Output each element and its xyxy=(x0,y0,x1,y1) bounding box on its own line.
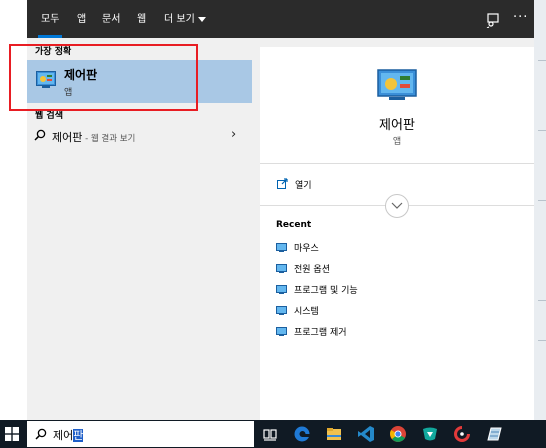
web-search-text: 제어판 - 웹 결과 보기 xyxy=(52,129,135,145)
tab-web[interactable]: 웹 xyxy=(137,0,146,38)
preview-title: 제어판 xyxy=(379,118,415,133)
desktop-line xyxy=(538,300,546,301)
preview-subtitle: 앱 xyxy=(392,137,402,147)
expand-button[interactable] xyxy=(385,194,409,218)
desktop-line xyxy=(538,200,546,201)
divider xyxy=(260,163,534,164)
annotation-highlight-box xyxy=(9,44,198,111)
recent-heading: Recent xyxy=(276,220,312,230)
file-explorer-icon[interactable] xyxy=(325,425,343,443)
tab-documents[interactable]: 문서 xyxy=(102,0,120,38)
tab-more[interactable]: 더 보기 xyxy=(164,0,206,38)
app-blue-icon[interactable] xyxy=(485,425,503,443)
tab-apps[interactable]: 앱 xyxy=(77,0,86,38)
recent-item[interactable]: 프로그램 제거 xyxy=(276,325,496,339)
recent-item-label: 프로그램 및 기능 xyxy=(294,286,358,296)
search-filter-bar: 모두 앱 문서 웹 더 보기 ··· xyxy=(27,0,534,38)
control-panel-item-icon xyxy=(276,306,287,315)
desktop-background xyxy=(534,0,546,420)
feedback-icon[interactable] xyxy=(485,12,501,28)
search-input[interactable]: 제어판 xyxy=(53,427,84,443)
control-panel-item-icon xyxy=(276,327,287,336)
search-selected-text: 판 xyxy=(73,429,84,442)
web-search-query: 제어판 xyxy=(52,131,83,144)
recent-item-label: 시스템 xyxy=(294,307,319,317)
recent-item-label: 프로그램 제거 xyxy=(294,328,347,338)
control-panel-item-icon xyxy=(276,285,287,294)
open-label: 열기 xyxy=(295,181,312,191)
desktop-line xyxy=(538,60,546,61)
preview-pane: 제어판 앱 열기 Recent 마우스 전원 옵션 프로그램 및 기능 시스템 … xyxy=(260,47,534,420)
task-view-icon[interactable] xyxy=(261,425,279,443)
chevron-down-icon xyxy=(197,16,206,22)
recent-item[interactable]: 시스템 xyxy=(276,304,496,318)
taskbar-search-box[interactable]: 제어판 xyxy=(27,421,254,447)
more-options-icon[interactable]: ··· xyxy=(513,10,528,25)
recent-item-label: 전원 옵션 xyxy=(294,265,330,275)
tab-more-label: 더 보기 xyxy=(164,14,195,25)
recent-item[interactable]: 전원 옵션 xyxy=(276,262,496,276)
vscode-icon[interactable] xyxy=(357,425,375,443)
chrome-icon[interactable] xyxy=(389,425,407,443)
control-panel-icon xyxy=(377,69,417,100)
search-icon xyxy=(34,129,46,141)
windows-start-icon[interactable] xyxy=(5,427,19,441)
edge-browser-icon[interactable] xyxy=(293,425,311,443)
taskbar: 제어판 xyxy=(0,420,546,448)
recent-item[interactable]: 마우스 xyxy=(276,241,496,255)
search-icon xyxy=(35,428,47,440)
open-icon xyxy=(277,178,288,189)
recent-item[interactable]: 프로그램 및 기능 xyxy=(276,283,496,297)
desktop-line xyxy=(538,130,546,131)
app-green-icon[interactable] xyxy=(421,425,439,443)
control-panel-item-icon xyxy=(276,243,287,252)
recent-item-label: 마우스 xyxy=(294,244,319,254)
desktop-line xyxy=(538,340,546,341)
web-search-suffix: - 웹 결과 보기 xyxy=(82,134,136,144)
chevron-down-icon xyxy=(391,202,403,209)
app-red-ring-icon[interactable] xyxy=(453,425,471,443)
control-panel-item-icon xyxy=(276,264,287,273)
tab-all[interactable]: 모두 xyxy=(37,0,63,38)
chevron-right-icon[interactable]: › xyxy=(231,127,236,142)
search-typed-text: 제어 xyxy=(53,429,74,442)
web-search-result[interactable]: 제어판 - 웹 결과 보기 › xyxy=(27,126,252,146)
